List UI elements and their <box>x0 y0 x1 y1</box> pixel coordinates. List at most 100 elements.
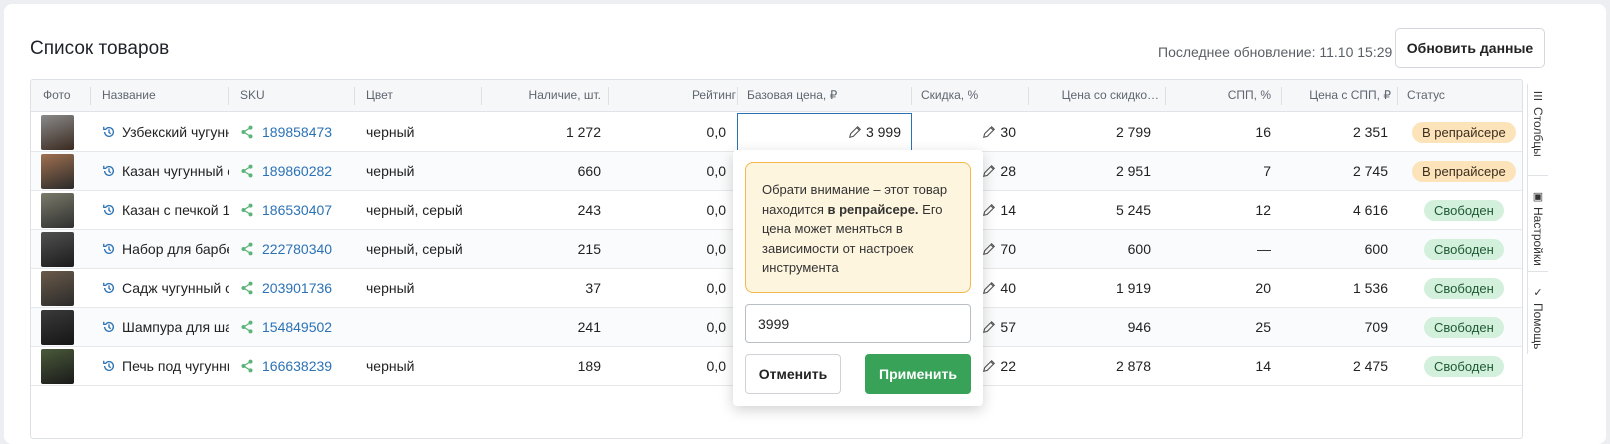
name-cell[interactable]: Набор для барбе <box>102 230 229 268</box>
column-header[interactable]: Цвет <box>366 80 486 111</box>
sku-link[interactable]: 189860282 <box>262 163 332 179</box>
share-icon[interactable] <box>240 203 254 217</box>
product-name: Казан чугунный с <box>122 163 229 179</box>
stock-cell: 660 <box>577 163 601 179</box>
history-icon[interactable] <box>102 242 116 256</box>
column-divider[interactable] <box>1397 87 1398 105</box>
column-header[interactable]: SKU <box>240 80 352 111</box>
column-header[interactable]: Фото <box>43 80 88 111</box>
column-header[interactable]: Базовая цена, ₽ <box>747 80 907 111</box>
column-divider[interactable] <box>228 87 229 105</box>
table-header: Фото Название SKU Цвет Наличие, шт. Рейтинг Ба… <box>31 80 1522 112</box>
history-icon[interactable] <box>102 320 116 334</box>
name-cell[interactable]: Казан с печкой 1 <box>102 191 229 229</box>
sku-link[interactable]: 186530407 <box>262 202 332 218</box>
product-photo[interactable] <box>41 154 74 189</box>
history-icon[interactable] <box>102 203 116 217</box>
sku-link[interactable]: 154849502 <box>262 319 332 335</box>
history-icon[interactable] <box>102 125 116 139</box>
product-photo[interactable] <box>41 349 74 384</box>
pencil-icon[interactable] <box>982 281 996 295</box>
history-icon[interactable] <box>102 281 116 295</box>
tab-columns[interactable]: ☰ Столбцы <box>1528 84 1548 176</box>
page-title: Список товаров <box>30 38 170 59</box>
pencil-icon[interactable] <box>982 125 996 139</box>
name-cell[interactable]: Шампура для ша <box>102 308 229 346</box>
share-icon[interactable] <box>240 281 254 295</box>
column-header[interactable]: Цена со скидко… <box>1039 80 1159 111</box>
column-divider[interactable] <box>1165 87 1166 105</box>
sku-cell[interactable]: 186530407 <box>240 191 352 229</box>
history-icon[interactable] <box>102 359 116 373</box>
tab-help[interactable]: ✓ Помощь <box>1528 280 1548 354</box>
tab-settings[interactable]: ▣ Настройки <box>1528 184 1548 272</box>
column-divider[interactable] <box>481 87 482 105</box>
name-cell[interactable]: Казан чугунный с <box>102 152 229 190</box>
sku-cell[interactable]: 189858473 <box>240 113 352 151</box>
column-divider[interactable] <box>90 87 91 105</box>
stock-cell: 189 <box>577 358 601 374</box>
name-cell[interactable]: Садж чугунный с <box>102 269 229 307</box>
column-header[interactable]: Цена с СПП, ₽ <box>1291 80 1391 111</box>
column-header[interactable]: Название <box>102 80 227 111</box>
spp-cell: 16 <box>1255 124 1271 140</box>
name-cell[interactable]: Печь под чугунны <box>102 347 229 385</box>
share-icon[interactable] <box>240 320 254 334</box>
column-divider[interactable] <box>1281 87 1282 105</box>
column-header[interactable]: СПП, % <box>1176 80 1271 111</box>
product-photo[interactable] <box>41 310 74 345</box>
history-icon[interactable] <box>102 164 116 178</box>
column-divider[interactable] <box>737 87 738 105</box>
pencil-icon[interactable] <box>982 320 996 334</box>
rating-cell: 0,0 <box>706 241 726 257</box>
color-cell: черный <box>366 124 415 140</box>
status-badge: В репрайсере <box>1412 161 1516 182</box>
sku-link[interactable]: 189858473 <box>262 124 332 140</box>
sku-link[interactable]: 203901736 <box>262 280 332 296</box>
column-divider[interactable] <box>608 87 609 105</box>
pencil-icon[interactable] <box>982 242 996 256</box>
product-photo[interactable] <box>41 271 74 306</box>
price-input[interactable] <box>745 304 971 343</box>
column-divider[interactable] <box>354 87 355 105</box>
product-photo[interactable] <box>41 193 74 228</box>
share-icon[interactable] <box>240 125 254 139</box>
discount-cell[interactable]: 30 <box>921 113 1016 151</box>
pencil-icon[interactable] <box>982 164 996 178</box>
base-price-edit-cell[interactable]: 3 999 <box>737 113 912 151</box>
share-icon[interactable] <box>240 242 254 256</box>
product-photo[interactable] <box>41 115 74 150</box>
share-icon[interactable] <box>240 359 254 373</box>
color-cell: черный <box>366 163 415 179</box>
column-header[interactable]: Скидка, % <box>921 80 1031 111</box>
sku-link[interactable]: 166638239 <box>262 358 332 374</box>
spp-price-cell: 709 <box>1364 319 1388 335</box>
product-name: Набор для барбе <box>122 241 229 257</box>
product-name: Узбекский чугунный <box>122 124 229 140</box>
pencil-icon[interactable] <box>982 203 996 217</box>
sku-cell[interactable]: 222780340 <box>240 230 352 268</box>
column-header[interactable]: Наличие, шт. <box>491 80 601 111</box>
refresh-data-button[interactable]: Обновить данные <box>1395 28 1545 68</box>
sku-cell[interactable]: 154849502 <box>240 308 352 346</box>
sku-cell[interactable]: 189860282 <box>240 152 352 190</box>
apply-button[interactable]: Применить <box>865 354 971 394</box>
pencil-icon[interactable] <box>982 359 996 373</box>
column-divider[interactable] <box>1028 87 1029 105</box>
share-icon[interactable] <box>240 164 254 178</box>
product-photo[interactable] <box>41 232 74 267</box>
product-name: Печь под чугунны <box>122 358 229 374</box>
sku-cell[interactable]: 166638239 <box>240 347 352 385</box>
notice-text-bold: в репрайсере. <box>827 201 919 217</box>
side-tabs: ☰ Столбцы ▣ Настройки ✓ Помощь <box>1527 84 1548 354</box>
column-header[interactable]: Статус <box>1407 80 1517 111</box>
column-header[interactable]: Рейтинг <box>616 80 736 111</box>
stock-cell: 243 <box>577 202 601 218</box>
cancel-button[interactable]: Отменить <box>745 354 841 394</box>
sku-link[interactable]: 222780340 <box>262 241 332 257</box>
column-divider[interactable] <box>911 87 912 105</box>
sku-cell[interactable]: 203901736 <box>240 269 352 307</box>
tab-help-label: Помощь <box>1531 303 1545 350</box>
columns-icon: ☰ <box>1531 90 1544 103</box>
name-cell[interactable]: Узбекский чугунный <box>102 113 229 151</box>
